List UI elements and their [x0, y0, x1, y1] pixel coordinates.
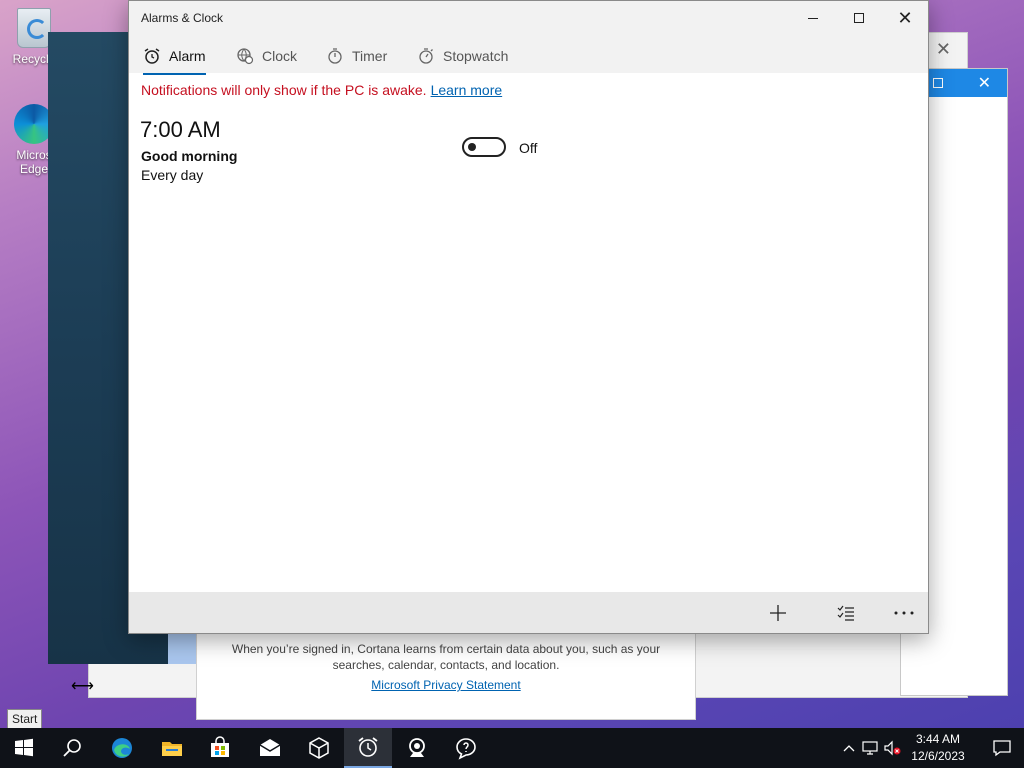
stopwatch-icon: [419, 48, 433, 64]
alarm-time: 7:00 AM: [140, 117, 221, 142]
taskbar-3d-viewer[interactable]: [295, 728, 343, 768]
more-options-button[interactable]: [886, 600, 922, 626]
system-tray: 3:44 AM 12/6/2023: [838, 728, 1024, 768]
search-icon: [63, 739, 81, 757]
more-icon: [894, 611, 914, 615]
tab-alarm-label: Alarm: [169, 48, 206, 64]
timer-icon: [328, 48, 342, 64]
file-explorer-icon: [162, 742, 182, 756]
taskbar-store[interactable]: [196, 728, 244, 768]
network-button[interactable]: [860, 728, 882, 768]
world-clock-icon: [237, 48, 254, 65]
alarm-clock-icon: [144, 48, 160, 64]
alarm-repeat: Every day: [141, 167, 204, 183]
alarm-toggle-state: Off: [519, 140, 538, 156]
clock-date: 12/6/2023: [911, 749, 965, 763]
close-icon[interactable]: ✕: [978, 73, 991, 93]
start-button[interactable]: [0, 728, 48, 768]
tab-stopwatch[interactable]: Stopwatch: [417, 43, 508, 69]
maximize-button[interactable]: [836, 1, 882, 35]
mail-icon: [259, 739, 281, 756]
privacy-statement-link[interactable]: Microsoft Privacy Statement: [225, 677, 667, 693]
chevron-up-icon: [843, 745, 855, 752]
select-list-icon: [837, 605, 854, 621]
alarms-clock-window: Alarms & Clock ✕ Alarm Clock Timer Stopw…: [128, 0, 929, 634]
volume-muted-icon: [884, 740, 901, 756]
maximize-icon: [854, 13, 864, 23]
notification-notice: Notifications will only show if the PC i…: [141, 82, 502, 98]
minimize-button[interactable]: [790, 1, 836, 35]
alarm-name: Good morning: [141, 148, 238, 164]
recycle-bin-icon: [17, 8, 51, 48]
tab-bar: Alarm Clock Timer Stopwatch: [129, 35, 928, 75]
plus-icon: [770, 605, 786, 621]
tab-stopwatch-label: Stopwatch: [443, 48, 509, 64]
minimize-icon: [808, 17, 818, 19]
notification-icon: [993, 740, 1011, 757]
close-button[interactable]: ✕: [882, 1, 928, 35]
cortana-privacy-panel: When you’re signed in, Cortana learns fr…: [196, 632, 696, 720]
learn-more-link[interactable]: Learn more: [431, 82, 503, 98]
alarms-clock-icon: [358, 737, 378, 757]
close-icon[interactable]: ✕: [936, 39, 951, 60]
taskbar-mail[interactable]: [246, 728, 294, 768]
feedback-hub-icon: [456, 738, 476, 760]
add-alarm-button[interactable]: [760, 600, 796, 626]
taskbar-feedback-hub[interactable]: [442, 728, 490, 768]
3d-viewer-icon: [309, 737, 329, 759]
taskbar-camera[interactable]: [393, 728, 441, 768]
command-bar: [129, 592, 928, 633]
toggle-knob: [468, 143, 476, 151]
taskbar: 3:44 AM 12/6/2023: [0, 728, 1024, 768]
action-center-button[interactable]: [980, 728, 1024, 768]
camera-icon: [409, 738, 425, 757]
store-icon: [211, 736, 229, 757]
tab-alarm[interactable]: Alarm: [143, 43, 206, 75]
tab-clock[interactable]: Clock: [236, 43, 297, 69]
notice-text: Notifications will only show if the PC i…: [141, 82, 427, 98]
maximize-icon[interactable]: [933, 78, 943, 88]
taskbar-clock[interactable]: 3:44 AM 12/6/2023: [904, 731, 972, 765]
alarm-toggle[interactable]: [462, 137, 506, 157]
volume-button[interactable]: [882, 728, 904, 768]
background-accent: [168, 632, 196, 664]
search-button[interactable]: [48, 728, 96, 768]
title-bar[interactable]: Alarms & Clock ✕: [129, 1, 928, 35]
show-hidden-icons-button[interactable]: [838, 728, 860, 768]
tab-clock-label: Clock: [262, 48, 298, 64]
tab-timer-label: Timer: [352, 48, 388, 64]
network-icon: [862, 741, 878, 755]
cortana-privacy-text: When you’re signed in, Cortana learns fr…: [231, 642, 661, 672]
edge-label: Micros Edge: [16, 148, 52, 176]
clock-time: 3:44 AM: [915, 732, 961, 746]
close-icon: ✕: [897, 8, 913, 28]
start-icon: [15, 738, 33, 757]
background-window-strip: [88, 664, 198, 698]
start-tooltip: Start: [7, 709, 43, 729]
select-alarms-button[interactable]: [828, 600, 864, 626]
tab-timer[interactable]: Timer: [326, 43, 387, 69]
edge-icon: [112, 738, 132, 758]
window-title: Alarms & Clock: [141, 11, 224, 25]
taskbar-alarms-clock[interactable]: [344, 728, 392, 768]
taskbar-edge[interactable]: [98, 728, 146, 768]
taskbar-file-explorer[interactable]: [148, 728, 196, 768]
resize-cursor-icon: ⟷: [71, 678, 94, 695]
